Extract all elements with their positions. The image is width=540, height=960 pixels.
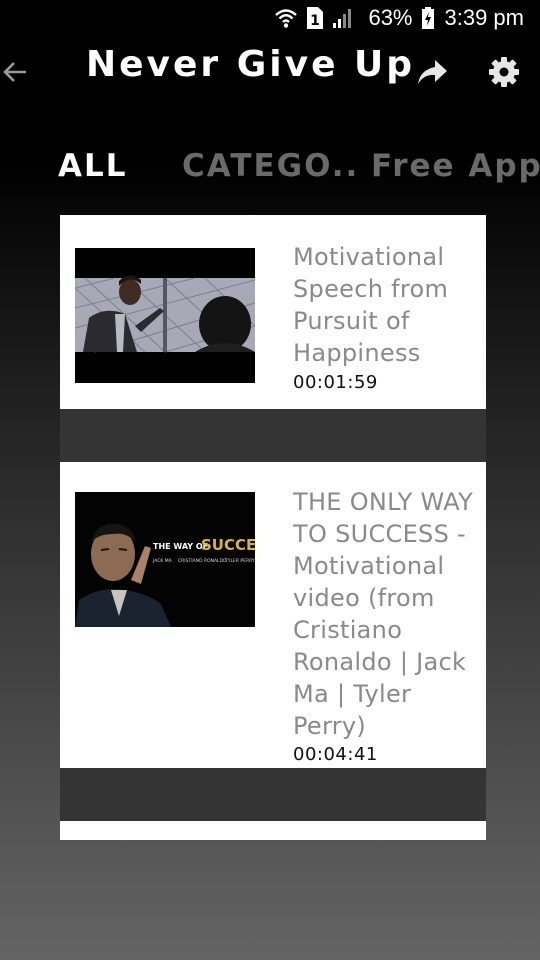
thumbnail-heading-big: SUCCESS: [201, 536, 255, 554]
video-thumbnail[interactable]: [75, 248, 255, 383]
gear-icon: [488, 56, 520, 93]
way-of-success-thumbnail-image: THE WAY OF SUCCESS JACK MA CRISTIANO RON…: [75, 492, 255, 627]
clock: 3:39 pm: [444, 5, 525, 30]
sim-icon: 1: [306, 6, 324, 30]
share-button[interactable]: [414, 56, 450, 92]
video-list: Motivational Speech from Pursuit of Happ…: [60, 215, 486, 840]
sim-label: 1: [311, 13, 321, 29]
back-button[interactable]: [0, 56, 30, 92]
list-divider: [60, 409, 486, 462]
video-title[interactable]: THE ONLY WAY TO SUCCESS - Motivational v…: [293, 486, 486, 742]
app-bar: Never Give Up: [0, 36, 540, 116]
battery-icon: [421, 6, 435, 30]
app-title: Never Give Up: [86, 44, 416, 85]
tab-bar: ALL CATEGO.. Free App: [0, 140, 540, 196]
video-thumbnail[interactable]: THE WAY OF SUCCESS JACK MA CRISTIANO RON…: [75, 492, 255, 627]
thumbnail-name-2: CRISTIANO RONALDO: [178, 558, 227, 564]
list-divider: [60, 768, 486, 821]
settings-button[interactable]: [486, 56, 522, 92]
tab-categories[interactable]: CATEGO..: [182, 148, 359, 184]
pursuit-of-happiness-thumbnail-image: [75, 248, 255, 383]
video-list-item[interactable]: THE WAY OF SUCCESS JACK MA CRISTIANO RON…: [60, 462, 486, 768]
thumbnail-heading-small: THE WAY OF: [153, 542, 208, 551]
video-list-item[interactable]: Motivational Speech from Pursuit of Happ…: [60, 215, 486, 409]
share-icon: [416, 58, 448, 91]
video-duration: 00:04:41: [293, 744, 378, 765]
status-bar: 1 63% 3:39 pm: [0, 0, 540, 36]
thumbnail-name-1: JACK MA: [152, 558, 173, 564]
thumbnail-name-3: TYLER PERRY: [224, 558, 255, 564]
battery-percent: 63%: [368, 5, 413, 30]
video-title[interactable]: Motivational Speech from Pursuit of Happ…: [293, 241, 486, 369]
back-arrow-icon: [2, 60, 28, 89]
video-duration: 00:01:59: [293, 372, 378, 393]
tab-free-app[interactable]: Free App: [371, 148, 540, 184]
signal-icon: [332, 7, 354, 29]
wifi-icon: [274, 7, 298, 29]
tab-all[interactable]: ALL: [58, 148, 128, 184]
